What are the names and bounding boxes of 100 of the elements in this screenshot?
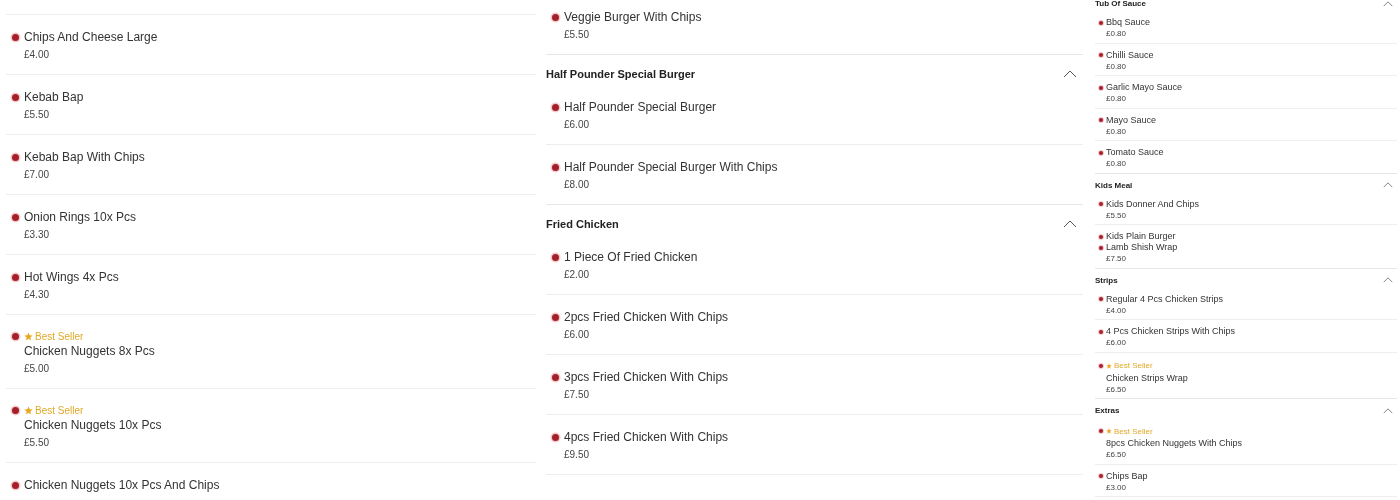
menu-item[interactable]: 1 Piece Of Fried Chicken £2.00 bbox=[546, 235, 1083, 295]
item-name: 1 Piece Of Fried Chicken bbox=[564, 249, 698, 265]
menu-item[interactable]: Kebab Bap £5.50 bbox=[6, 75, 536, 135]
bullet-icon bbox=[1099, 53, 1103, 57]
item-price: £6.00 bbox=[564, 118, 591, 132]
item-name: Chips Bap bbox=[1106, 470, 1148, 482]
bullet-icon bbox=[552, 253, 559, 261]
menu-item[interactable]: 4pcs Fried Chicken With Chips £9.50 bbox=[546, 415, 1083, 475]
item-name: 4 Pcs Chicken Strips With Chips bbox=[1106, 326, 1236, 337]
item-name: Chicken Strips Wrap bbox=[1106, 372, 1188, 384]
bullet-icon bbox=[12, 93, 19, 101]
menu-item[interactable]: Garlic Mayo Sauce £0.80 bbox=[1095, 76, 1397, 109]
menu-item[interactable]: Kebab Bap With Chips £7.00 bbox=[6, 135, 536, 195]
item-name: Mayo Sauce bbox=[1106, 114, 1157, 126]
item-price: £0.80 bbox=[1106, 94, 1128, 103]
item-name: 2pcs Fried Chicken With Chips bbox=[564, 309, 729, 325]
star-icon bbox=[1106, 362, 1112, 369]
best-seller-label: Best Seller bbox=[35, 330, 84, 342]
menu-item[interactable]: Tomato Sauce £0.80 bbox=[1095, 141, 1397, 173]
menu-item[interactable]: Best Seller 8pcs Chicken Nuggets With Chips £6.50 bbox=[1095, 418, 1397, 465]
item-name: Chilli Sauce bbox=[1106, 49, 1154, 61]
item-name: Kids Plain Burger bbox=[1106, 231, 1176, 242]
menu-item[interactable]: 2pcs Fried Chicken With Chips £6.00 bbox=[546, 295, 1083, 355]
bullet-icon bbox=[1099, 297, 1103, 301]
bullet-icon bbox=[1099, 118, 1103, 122]
menu-item[interactable]: 3pcs Fried Chicken With Chips £7.50 bbox=[546, 355, 1083, 415]
bullet-icon bbox=[12, 273, 19, 281]
menu-item[interactable]: Half Pounder Special Burger With Chips £8.00 bbox=[546, 145, 1083, 204]
category-title: Kids Meal bbox=[1095, 179, 1133, 191]
bullet-icon bbox=[12, 332, 19, 340]
bullet-icon bbox=[12, 33, 19, 41]
menu-item[interactable]: Bbq Sauce £0.80 bbox=[1095, 11, 1397, 44]
item-price: £4.00 bbox=[1106, 305, 1128, 315]
menu-item[interactable]: 4 Pcs Chicken Strips With Chips £6.00 bbox=[1095, 320, 1397, 353]
item-price: £5.50 bbox=[564, 28, 591, 42]
menu-item[interactable]: Regular 4 Pcs Chicken Strips £4.00 bbox=[1095, 287, 1397, 320]
item-name: 4pcs Fried Chicken With Chips bbox=[564, 429, 729, 445]
item-price: £7.00 bbox=[24, 168, 51, 182]
star-icon bbox=[24, 331, 33, 341]
bullet-icon bbox=[1099, 429, 1103, 433]
chevron-icon[interactable] bbox=[1063, 70, 1077, 78]
star-icon bbox=[1106, 428, 1112, 434]
menu-item[interactable]: Half Pounder Special Burger £6.00 bbox=[546, 85, 1083, 145]
star-icon bbox=[24, 405, 33, 415]
menu-item[interactable]: Chilli Sauce £0.80 bbox=[1095, 43, 1397, 76]
menu-item[interactable]: Chips And Cheese Large £4.00 bbox=[6, 14, 536, 75]
item-name: 3pcs Fried Chicken With Chips bbox=[564, 369, 729, 385]
item-price: £6.50 bbox=[1106, 384, 1128, 394]
item-price: £0.80 bbox=[1106, 159, 1128, 168]
item-name: Chicken Nuggets 10x Pcs bbox=[24, 417, 162, 433]
category-title: Extras bbox=[1095, 405, 1120, 416]
bullet-icon bbox=[12, 153, 19, 161]
menu-item[interactable]: Lamb Shish Wrap £7.50 bbox=[1095, 242, 1397, 268]
item-price: £4.00 bbox=[24, 48, 51, 62]
item-name: Tomato Sauce bbox=[1106, 147, 1164, 158]
menu-item[interactable]: Veggie Burger With Chips £5.50 bbox=[546, 0, 1083, 54]
best-seller-label: Best Seller bbox=[1114, 361, 1153, 370]
menu-item[interactable]: Mayo Sauce £0.80 bbox=[1095, 108, 1397, 141]
item-name: Kebab Bap With Chips bbox=[24, 149, 145, 165]
bullet-icon bbox=[1099, 329, 1103, 334]
bullet-icon bbox=[1099, 85, 1103, 90]
bullet-icon bbox=[1099, 20, 1103, 25]
item-price: £9.50 bbox=[564, 448, 591, 462]
item-name: Regular 4 Pcs Chicken Strips bbox=[1106, 293, 1224, 305]
menu-item[interactable]: Best Seller Chicken Nuggets 8x Pcs £5.00 bbox=[6, 315, 536, 389]
menu-item[interactable]: Kids Plain Burger bbox=[1095, 225, 1397, 242]
item-price: £3.30 bbox=[24, 228, 51, 242]
menu-item[interactable]: Best Seller Chicken Strips Wrap £6.50 bbox=[1095, 352, 1397, 398]
menu-item[interactable]: Onion Rings 10x Pcs £3.30 bbox=[6, 195, 536, 255]
item-name: Half Pounder Special Burger bbox=[564, 99, 717, 115]
category-title: Half Pounder Special Burger bbox=[546, 67, 696, 81]
item-price: £6.00 bbox=[564, 328, 591, 342]
item-name: Chips And Cheese Large bbox=[24, 29, 158, 45]
menu-item[interactable]: Chips Bap £3.00 bbox=[1095, 464, 1397, 497]
best-seller-label: Best Seller bbox=[35, 404, 84, 416]
item-name: Kids Donner And Chips bbox=[1106, 198, 1200, 210]
item-price: £0.80 bbox=[1106, 61, 1128, 71]
menu-item[interactable]: Hot Wings 4x Pcs £4.30 bbox=[6, 255, 536, 315]
bullet-icon bbox=[1099, 234, 1103, 239]
bullet-icon bbox=[12, 213, 19, 221]
item-price: £7.50 bbox=[1106, 254, 1128, 263]
item-price: £2.00 bbox=[564, 268, 591, 282]
item-name: Hot Wings 4x Pcs bbox=[24, 269, 119, 285]
item-price: £6.50 bbox=[1106, 450, 1128, 459]
item-price: £0.80 bbox=[1106, 29, 1128, 38]
item-name: 8pcs Chicken Nuggets With Chips bbox=[1106, 438, 1243, 449]
bullet-icon bbox=[12, 406, 19, 414]
chevron-icon[interactable] bbox=[1063, 220, 1077, 228]
bullet-icon bbox=[12, 481, 19, 489]
item-name: Chicken Nuggets 8x Pcs bbox=[24, 343, 155, 359]
bullet-icon bbox=[552, 373, 559, 381]
category-title: Tub Of Sauce bbox=[1095, 0, 1146, 9]
menu-item[interactable]: Kids Donner And Chips £5.50 bbox=[1095, 192, 1397, 225]
item-name: Bbq Sauce bbox=[1106, 17, 1151, 28]
bullet-icon bbox=[552, 433, 559, 441]
menu-item[interactable]: Chicken Nuggets 10x Pcs And Chips bbox=[6, 463, 536, 500]
bullet-icon bbox=[1099, 363, 1103, 368]
item-price: £6.00 bbox=[1106, 338, 1128, 347]
menu-item[interactable]: Best Seller Chicken Nuggets 10x Pcs £5.50 bbox=[6, 389, 536, 463]
item-name: Half Pounder Special Burger With Chips bbox=[564, 159, 778, 175]
